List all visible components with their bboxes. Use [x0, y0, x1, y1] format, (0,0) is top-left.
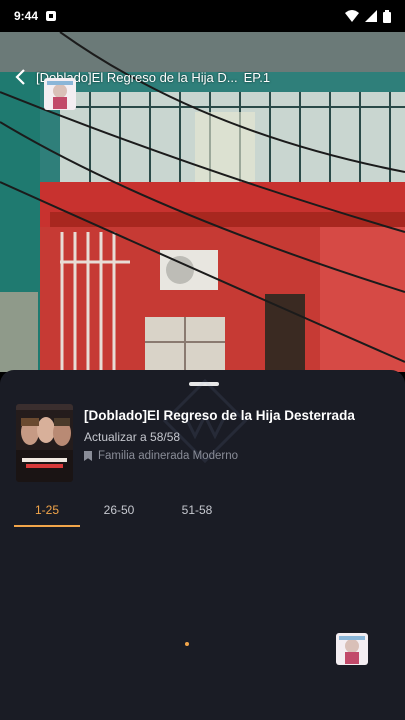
episode-label: EP.1 — [243, 69, 271, 85]
back-arrow-icon — [15, 69, 25, 85]
back-button[interactable] — [10, 65, 30, 89]
status-time: 9:44 — [14, 9, 39, 23]
loading-indicator — [185, 642, 189, 646]
tab-range-51-58[interactable]: 51-58 — [158, 503, 236, 527]
signal-icon — [365, 10, 377, 22]
wifi-icon — [345, 10, 359, 22]
battery-icon — [383, 9, 391, 23]
status-bar: 9:44 — [0, 0, 405, 32]
series-tags: Familia adinerada Moderno — [84, 450, 238, 462]
episode-range-tabs: 1-25 26-50 51-58 — [14, 503, 236, 527]
bookmark-icon — [84, 451, 92, 461]
episode-sheet: [Doblado]El Regreso de la Hija Desterrad… — [0, 370, 405, 720]
tab-range-1-25[interactable]: 1-25 — [14, 503, 80, 527]
series-title: [Doblado]El Regreso de la Hija Desterrad… — [84, 408, 355, 423]
series-poster[interactable] — [16, 404, 73, 482]
tags-text: Familia adinerada Moderno — [98, 450, 238, 462]
overlay-avatar — [44, 78, 76, 110]
tab-range-26-50[interactable]: 26-50 — [80, 503, 158, 527]
notification-icon — [46, 11, 57, 21]
update-status: Actualizar a 58/58 — [84, 430, 181, 444]
status-icons — [345, 9, 391, 23]
floating-avatar[interactable] — [336, 633, 368, 665]
